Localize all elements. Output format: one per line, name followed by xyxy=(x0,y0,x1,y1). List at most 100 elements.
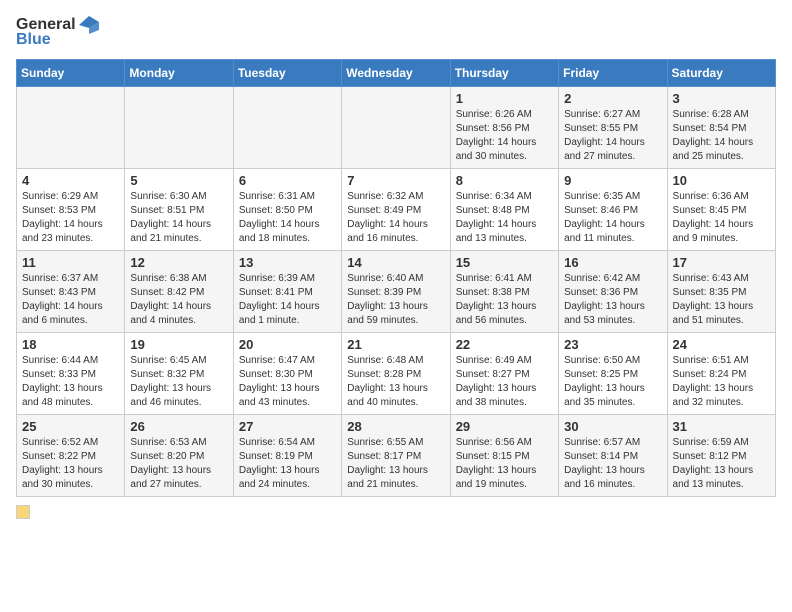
day-info: Sunrise: 6:37 AM Sunset: 8:43 PM Dayligh… xyxy=(22,272,119,328)
day-info: Sunrise: 6:59 AM Sunset: 8:12 PM Dayligh… xyxy=(673,436,770,492)
calendar-cell: 4 Sunrise: 6:29 AM Sunset: 8:53 PM Daylig… xyxy=(17,169,125,251)
day-number: 1 xyxy=(456,91,553,106)
calendar-cell xyxy=(342,87,450,169)
day-info: Sunrise: 6:39 AM Sunset: 8:41 PM Dayligh… xyxy=(239,272,336,328)
day-info: Sunrise: 6:53 AM Sunset: 8:20 PM Dayligh… xyxy=(130,436,227,492)
day-info: Sunrise: 6:38 AM Sunset: 8:42 PM Dayligh… xyxy=(130,272,227,328)
day-number: 11 xyxy=(22,255,119,270)
calendar-cell: 1 Sunrise: 6:26 AM Sunset: 8:56 PM Daylig… xyxy=(450,87,558,169)
calendar-week-row: 18 Sunrise: 6:44 AM Sunset: 8:33 PM Dayli… xyxy=(17,333,776,415)
calendar-header-saturday: Saturday xyxy=(667,60,775,87)
calendar-week-row: 4 Sunrise: 6:29 AM Sunset: 8:53 PM Daylig… xyxy=(17,169,776,251)
day-number: 24 xyxy=(673,337,770,352)
day-number: 29 xyxy=(456,419,553,434)
calendar-cell: 23 Sunrise: 6:50 AM Sunset: 8:25 PM Dayli… xyxy=(559,333,667,415)
day-number: 3 xyxy=(673,91,770,106)
day-number: 26 xyxy=(130,419,227,434)
day-number: 23 xyxy=(564,337,661,352)
day-number: 14 xyxy=(347,255,444,270)
day-info: Sunrise: 6:27 AM Sunset: 8:55 PM Dayligh… xyxy=(564,108,661,164)
day-number: 31 xyxy=(673,419,770,434)
calendar-week-row: 25Sunrise: 6:52 AM Sunset: 8:22 PM Dayli… xyxy=(17,415,776,497)
calendar-cell: 24Sunrise: 6:51 AM Sunset: 8:24 PM Dayli… xyxy=(667,333,775,415)
calendar-header-wednesday: Wednesday xyxy=(342,60,450,87)
calendar-cell: 3 Sunrise: 6:28 AM Sunset: 8:54 PM Daylig… xyxy=(667,87,775,169)
calendar-cell: 16 Sunrise: 6:42 AM Sunset: 8:36 PM Dayli… xyxy=(559,251,667,333)
day-info: Sunrise: 6:57 AM Sunset: 8:14 PM Dayligh… xyxy=(564,436,661,492)
calendar-cell: 27Sunrise: 6:54 AM Sunset: 8:19 PM Dayli… xyxy=(233,415,341,497)
calendar-cell: 28 Sunrise: 6:55 AM Sunset: 8:17 PM Dayli… xyxy=(342,415,450,497)
calendar-cell: 2 Sunrise: 6:27 AM Sunset: 8:55 PM Daylig… xyxy=(559,87,667,169)
day-info: Sunrise: 6:40 AM Sunset: 8:39 PM Dayligh… xyxy=(347,272,444,328)
calendar-cell: 19 Sunrise: 6:45 AM Sunset: 8:32 PM Dayli… xyxy=(125,333,233,415)
daylight-legend-box xyxy=(16,505,30,519)
day-info: Sunrise: 6:54 AM Sunset: 8:19 PM Dayligh… xyxy=(239,436,336,492)
calendar-cell: 31 Sunrise: 6:59 AM Sunset: 8:12 PM Dayli… xyxy=(667,415,775,497)
calendar-cell: 5Sunrise: 6:30 AM Sunset: 8:51 PM Daylig… xyxy=(125,169,233,251)
calendar-header-row: SundayMondayTuesdayWednesdayThursdayFrid… xyxy=(17,60,776,87)
footer xyxy=(16,505,776,519)
day-number: 13 xyxy=(239,255,336,270)
day-number: 7 xyxy=(347,173,444,188)
day-info: Sunrise: 6:44 AM Sunset: 8:33 PM Dayligh… xyxy=(22,354,119,410)
calendar-cell xyxy=(233,87,341,169)
day-number: 2 xyxy=(564,91,661,106)
day-info: Sunrise: 6:34 AM Sunset: 8:48 PM Dayligh… xyxy=(456,190,553,246)
calendar-cell: 14 Sunrise: 6:40 AM Sunset: 8:39 PM Dayli… xyxy=(342,251,450,333)
day-info: Sunrise: 6:55 AM Sunset: 8:17 PM Dayligh… xyxy=(347,436,444,492)
calendar-table: SundayMondayTuesdayWednesdayThursdayFrid… xyxy=(16,59,776,497)
day-number: 15 xyxy=(456,255,553,270)
calendar-cell xyxy=(125,87,233,169)
calendar-cell: 6 Sunrise: 6:31 AM Sunset: 8:50 PM Daylig… xyxy=(233,169,341,251)
day-info: Sunrise: 6:42 AM Sunset: 8:36 PM Dayligh… xyxy=(564,272,661,328)
day-info: Sunrise: 6:49 AM Sunset: 8:27 PM Dayligh… xyxy=(456,354,553,410)
calendar-cell: 13 Sunrise: 6:39 AM Sunset: 8:41 PM Dayli… xyxy=(233,251,341,333)
calendar-week-row: 11 Sunrise: 6:37 AM Sunset: 8:43 PM Dayli… xyxy=(17,251,776,333)
day-info: Sunrise: 6:29 AM Sunset: 8:53 PM Dayligh… xyxy=(22,190,119,246)
day-number: 30 xyxy=(564,419,661,434)
day-number: 20 xyxy=(239,337,336,352)
calendar-header-tuesday: Tuesday xyxy=(233,60,341,87)
calendar-cell: 11 Sunrise: 6:37 AM Sunset: 8:43 PM Dayli… xyxy=(17,251,125,333)
calendar-cell: 30 Sunrise: 6:57 AM Sunset: 8:14 PM Dayli… xyxy=(559,415,667,497)
calendar-cell: 12Sunrise: 6:38 AM Sunset: 8:42 PM Dayli… xyxy=(125,251,233,333)
day-number: 19 xyxy=(130,337,227,352)
day-number: 16 xyxy=(564,255,661,270)
logo-bird-icon xyxy=(79,16,99,34)
calendar-week-row: 1 Sunrise: 6:26 AM Sunset: 8:56 PM Daylig… xyxy=(17,87,776,169)
calendar-cell: 7 Sunrise: 6:32 AM Sunset: 8:49 PM Daylig… xyxy=(342,169,450,251)
day-info: Sunrise: 6:43 AM Sunset: 8:35 PM Dayligh… xyxy=(673,272,770,328)
day-number: 22 xyxy=(456,337,553,352)
day-info: Sunrise: 6:26 AM Sunset: 8:56 PM Dayligh… xyxy=(456,108,553,164)
day-info: Sunrise: 6:45 AM Sunset: 8:32 PM Dayligh… xyxy=(130,354,227,410)
day-info: Sunrise: 6:35 AM Sunset: 8:46 PM Dayligh… xyxy=(564,190,661,246)
calendar-header-friday: Friday xyxy=(559,60,667,87)
day-number: 28 xyxy=(347,419,444,434)
calendar-cell: 26 Sunrise: 6:53 AM Sunset: 8:20 PM Dayli… xyxy=(125,415,233,497)
calendar-header-thursday: Thursday xyxy=(450,60,558,87)
day-info: Sunrise: 6:50 AM Sunset: 8:25 PM Dayligh… xyxy=(564,354,661,410)
calendar-cell: 15Sunrise: 6:41 AM Sunset: 8:38 PM Dayli… xyxy=(450,251,558,333)
day-info: Sunrise: 6:30 AM Sunset: 8:51 PM Dayligh… xyxy=(130,190,227,246)
calendar-cell: 22 Sunrise: 6:49 AM Sunset: 8:27 PM Dayli… xyxy=(450,333,558,415)
day-info: Sunrise: 6:52 AM Sunset: 8:22 PM Dayligh… xyxy=(22,436,119,492)
calendar-cell: 21Sunrise: 6:48 AM Sunset: 8:28 PM Dayli… xyxy=(342,333,450,415)
day-number: 8 xyxy=(456,173,553,188)
calendar-cell: 17Sunrise: 6:43 AM Sunset: 8:35 PM Dayli… xyxy=(667,251,775,333)
calendar-cell: 9 Sunrise: 6:35 AM Sunset: 8:46 PM Daylig… xyxy=(559,169,667,251)
page-header: GeneralBlue xyxy=(16,16,776,49)
day-info: Sunrise: 6:36 AM Sunset: 8:45 PM Dayligh… xyxy=(673,190,770,246)
day-info: Sunrise: 6:32 AM Sunset: 8:49 PM Dayligh… xyxy=(347,190,444,246)
day-number: 9 xyxy=(564,173,661,188)
logo-blue-text: Blue xyxy=(16,31,51,49)
day-number: 6 xyxy=(239,173,336,188)
day-number: 18 xyxy=(22,337,119,352)
calendar-cell: 10 Sunrise: 6:36 AM Sunset: 8:45 PM Dayli… xyxy=(667,169,775,251)
day-number: 10 xyxy=(673,173,770,188)
day-info: Sunrise: 6:31 AM Sunset: 8:50 PM Dayligh… xyxy=(239,190,336,246)
day-info: Sunrise: 6:28 AM Sunset: 8:54 PM Dayligh… xyxy=(673,108,770,164)
day-info: Sunrise: 6:56 AM Sunset: 8:15 PM Dayligh… xyxy=(456,436,553,492)
calendar-cell: 18 Sunrise: 6:44 AM Sunset: 8:33 PM Dayli… xyxy=(17,333,125,415)
calendar-cell: 20Sunrise: 6:47 AM Sunset: 8:30 PM Dayli… xyxy=(233,333,341,415)
day-number: 4 xyxy=(22,173,119,188)
